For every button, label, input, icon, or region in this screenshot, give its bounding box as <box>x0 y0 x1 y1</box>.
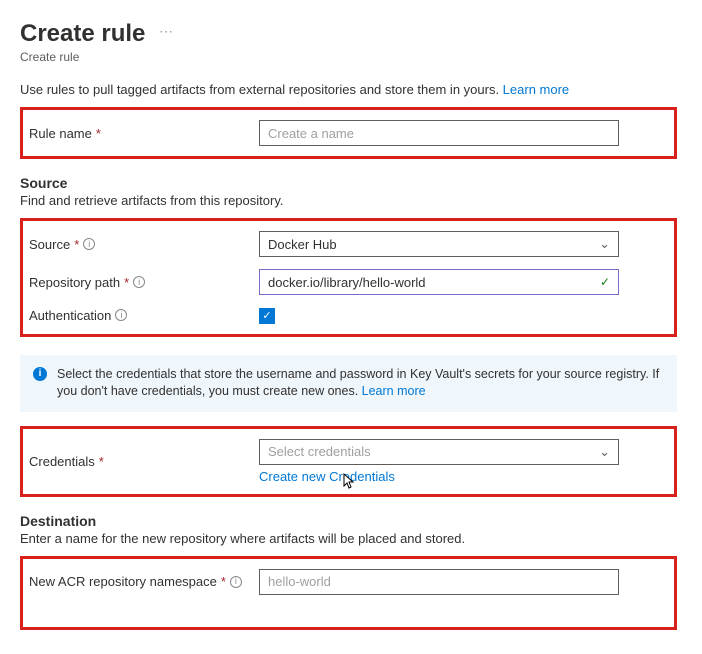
auth-label: Authentication <box>29 308 111 323</box>
destination-heading: Destination <box>20 513 677 529</box>
repo-path-input[interactable]: docker.io/library/hello-world ✓ <box>259 269 619 295</box>
namespace-input[interactable] <box>259 569 619 595</box>
required-icon: * <box>96 126 101 141</box>
source-desc: Find and retrieve artifacts from this re… <box>20 193 677 208</box>
source-label: Source <box>29 237 70 252</box>
namespace-label: New ACR repository namespace <box>29 574 217 589</box>
highlight-credentials: Credentials * Select credentials ⌄ Creat… <box>20 426 677 497</box>
learn-more-link[interactable]: Learn more <box>503 82 569 97</box>
info-learn-more-link[interactable]: Learn more <box>362 384 426 398</box>
repo-path-label: Repository path <box>29 275 120 290</box>
info-icon: i <box>33 367 47 381</box>
repo-path-value: docker.io/library/hello-world <box>268 275 426 290</box>
more-icon[interactable]: ··· <box>159 23 173 39</box>
chevron-down-icon: ⌄ <box>599 444 610 460</box>
credentials-select[interactable]: Select credentials ⌄ <box>259 439 619 465</box>
destination-desc: Enter a name for the new repository wher… <box>20 531 677 546</box>
info-icon[interactable]: i <box>230 576 242 588</box>
highlight-rule-name: Rule name * <box>20 107 677 159</box>
chevron-down-icon: ⌄ <box>599 236 610 252</box>
intro-text-content: Use rules to pull tagged artifacts from … <box>20 82 503 97</box>
info-icon[interactable]: i <box>133 276 145 288</box>
required-icon: * <box>124 275 129 290</box>
credentials-info-box: i Select the credentials that store the … <box>20 355 677 412</box>
intro-text: Use rules to pull tagged artifacts from … <box>20 82 677 97</box>
required-icon: * <box>221 574 226 589</box>
create-credentials-link[interactable]: Create new Credentials <box>259 469 668 484</box>
rule-name-input[interactable] <box>259 120 619 146</box>
required-icon: * <box>74 237 79 252</box>
source-select-value: Docker Hub <box>268 237 337 252</box>
credentials-placeholder: Select credentials <box>268 444 371 459</box>
credentials-label: Credentials <box>29 454 95 469</box>
breadcrumb: Create rule <box>20 50 677 64</box>
highlight-destination: New ACR repository namespace * i <box>20 556 677 630</box>
page-title: Create rule <box>20 20 145 48</box>
info-text: Select the credentials that store the us… <box>57 367 659 399</box>
check-icon: ✓ <box>600 275 610 289</box>
required-icon: * <box>99 454 104 469</box>
rule-name-label: Rule name <box>29 126 92 141</box>
source-select[interactable]: Docker Hub ⌄ <box>259 231 619 257</box>
highlight-source: Source * i Docker Hub ⌄ Repository path … <box>20 218 677 337</box>
info-icon[interactable]: i <box>83 238 95 250</box>
info-icon[interactable]: i <box>115 309 127 321</box>
auth-checkbox[interactable]: ✓ <box>259 308 275 324</box>
source-heading: Source <box>20 175 677 191</box>
